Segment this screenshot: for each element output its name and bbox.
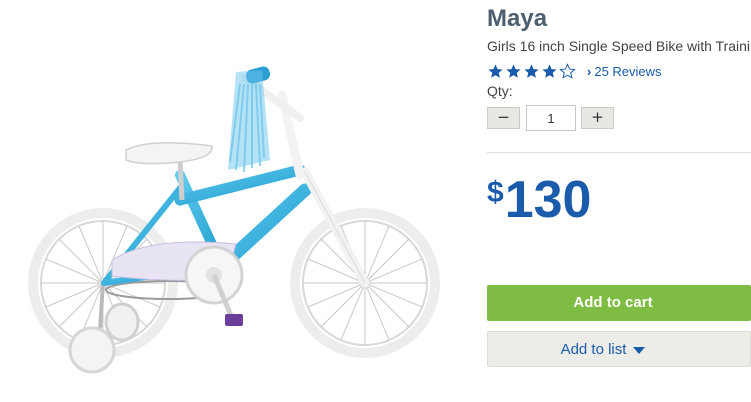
star-filled-icon	[542, 63, 557, 78]
add-to-list-button[interactable]: Add to list	[487, 331, 751, 367]
add-to-cart-button[interactable]: Add to cart	[487, 285, 751, 321]
star-rating	[487, 62, 577, 80]
star-filled-icon	[524, 63, 539, 78]
reviews-link[interactable]: › 25 Reviews	[587, 64, 662, 79]
quantity-input[interactable]	[526, 105, 576, 131]
quantity-increase-button[interactable]: +	[581, 107, 614, 129]
chainring	[184, 245, 244, 326]
product-subtitle: Girls 16 inch Single Speed Bike with Tra…	[487, 38, 751, 54]
quantity-decrease-button[interactable]: −	[487, 107, 520, 129]
add-to-list-label: Add to list	[560, 341, 627, 358]
quantity-label: Qty:	[487, 83, 513, 99]
reviews-count: 25 Reviews	[594, 63, 662, 79]
bike-illustration	[28, 66, 440, 374]
price: $ 130	[487, 170, 591, 230]
chevron-right-icon: ›	[587, 63, 592, 79]
product-details: Maya Girls 16 inch Single Speed Bike wit…	[487, 0, 751, 402]
price-currency: $	[487, 176, 504, 209]
star-empty-icon	[559, 62, 576, 79]
price-amount: 130	[504, 171, 592, 229]
star-filled-icon	[488, 63, 503, 78]
divider	[487, 152, 751, 153]
product-title: Maya	[487, 5, 548, 32]
caret-down-icon	[633, 346, 646, 354]
star-filled-icon	[506, 63, 521, 78]
product-image[interactable]	[0, 0, 470, 402]
add-to-cart-label: Add to cart	[573, 294, 653, 311]
rating: › 25 Reviews	[487, 61, 662, 81]
